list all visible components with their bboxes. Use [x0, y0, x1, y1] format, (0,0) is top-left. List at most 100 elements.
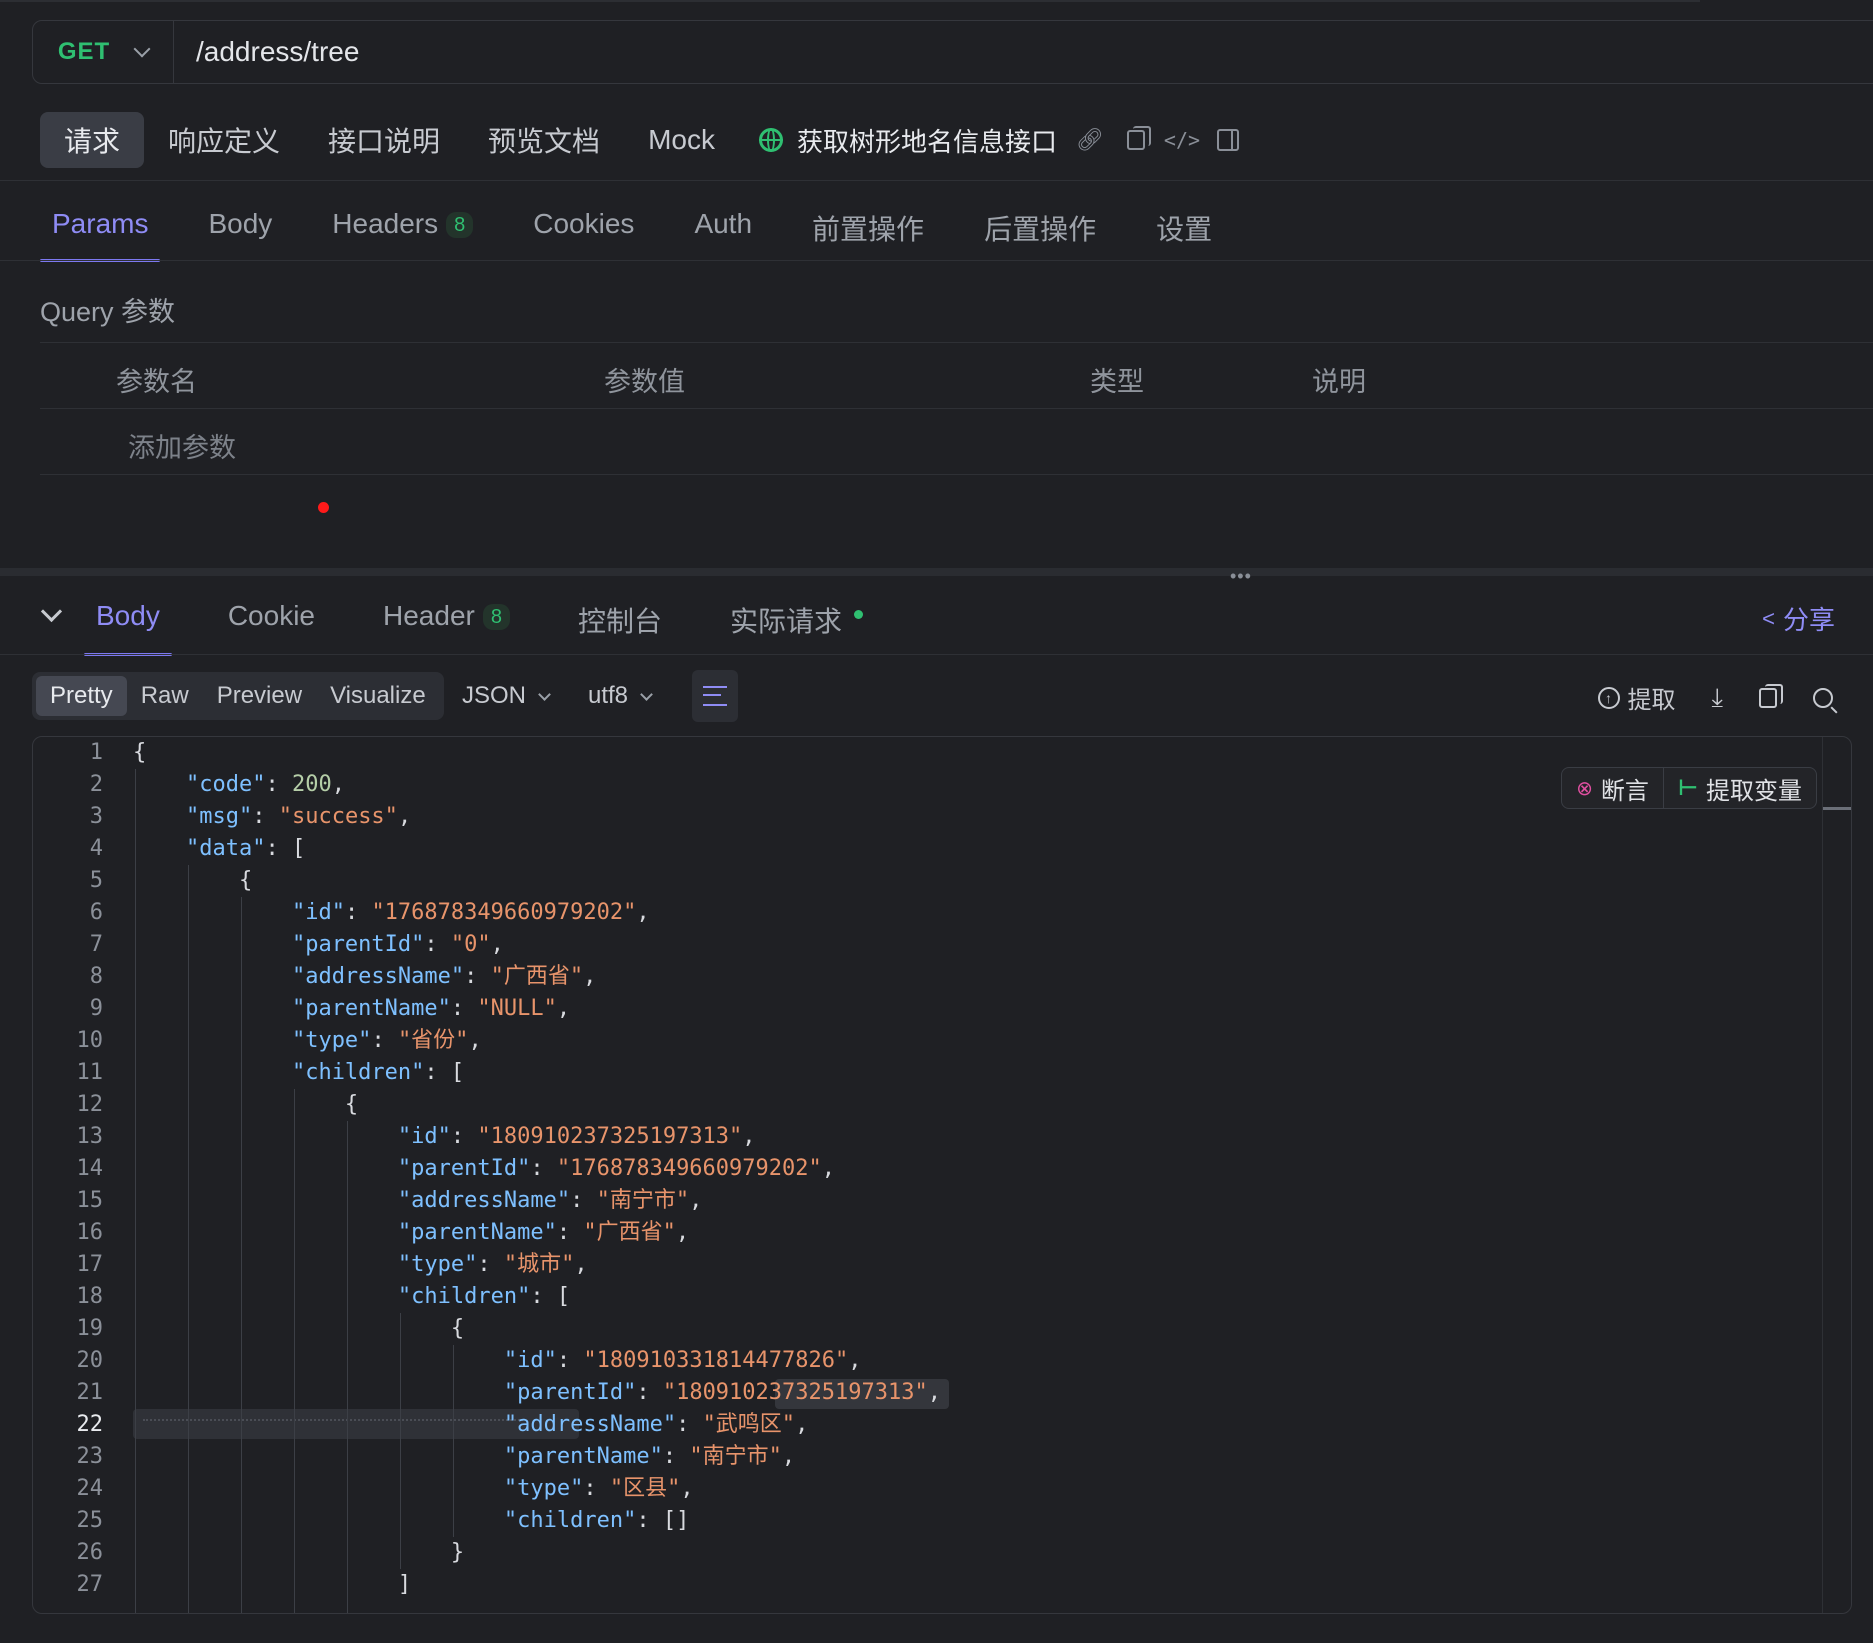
word-wrap-button[interactable] [692, 670, 738, 722]
tab-request[interactable]: 请求 [40, 112, 145, 168]
tab-response-cookie[interactable]: Cookie [216, 594, 327, 656]
link-icon[interactable]: 🔗︎ [1076, 127, 1104, 153]
code-icon[interactable]: </> [1164, 127, 1200, 153]
json-punctuation: , [490, 932, 504, 957]
mode-raw[interactable]: Raw [127, 676, 203, 716]
line-number: 14 [76, 1156, 104, 1181]
scrollbar-marker[interactable] [1823, 807, 1851, 810]
tab-console[interactable]: 控制台 [566, 594, 674, 656]
method-label: GET [57, 38, 111, 65]
json-string: "区县" [609, 1476, 681, 1501]
format-select[interactable]: JSON [462, 682, 551, 710]
tab-pre-operation[interactable]: 前置操作 [800, 196, 936, 262]
tab-cookies[interactable]: Cookies [521, 196, 646, 262]
mode-pretty[interactable]: Pretty [36, 676, 127, 716]
json-punctuation: : [570, 1188, 597, 1213]
code-line: { [133, 1089, 941, 1121]
line-number: 22 [76, 1412, 104, 1437]
json-punctuation: : [556, 1220, 584, 1245]
api-title[interactable]: 获取树形地名信息接口 [797, 122, 1057, 159]
extract-label: 提取 [1627, 687, 1676, 714]
assert-button[interactable]: ⊗ 断言 [1562, 768, 1663, 808]
download-icon[interactable]: ⤓ [1712, 682, 1724, 714]
tab-actual-request[interactable]: 实际请求 [718, 594, 875, 656]
code-line: "children": [ [133, 1281, 941, 1313]
drag-handle-icon[interactable]: ••• [1230, 566, 1252, 587]
tab-settings[interactable]: 设置 [1144, 196, 1224, 262]
chevron-down-icon [133, 40, 151, 58]
mode-preview[interactable]: Preview [203, 676, 316, 716]
assert-label: 断言 [1600, 777, 1649, 805]
tab-preview-doc[interactable]: 预览文档 [464, 112, 624, 168]
query-params-label: Query 参数 [40, 297, 176, 327]
params-tabs: Params Body Headers 8 Cookies Auth 前置操作 后… [40, 196, 1260, 262]
line-number: 4 [89, 836, 103, 861]
copy-icon[interactable] [1759, 683, 1783, 708]
tab-headers[interactable]: Headers 8 [320, 196, 485, 262]
divider [40, 474, 1873, 475]
json-punctuation: , [848, 1348, 862, 1373]
json-punctuation: , [331, 772, 345, 797]
json-punctuation: , [742, 1124, 756, 1149]
copy-icon[interactable] [1123, 126, 1151, 153]
line-number: 24 [76, 1476, 104, 1501]
response-code-editor[interactable]: 1 2 3 4 5 6 7 8 9 10 11 12 13 14 15 16 17 18 19 20 21 22 23 24 2… [32, 736, 1852, 1614]
panel-splitter[interactable] [0, 568, 1873, 576]
share-button[interactable]: < 分享 [1762, 600, 1835, 637]
divider [40, 342, 1873, 343]
variable-icon: ⊢ [1677, 775, 1698, 800]
tab-body[interactable]: Body [196, 196, 284, 262]
encoding-label: utf8 [588, 682, 629, 709]
json-punctuation: : [ [530, 1284, 571, 1309]
json-punctuation: : [344, 900, 372, 925]
extract-button[interactable]: ↑ 提取 [1597, 680, 1676, 715]
extract-variable-button[interactable]: ⊢ 提取变量 [1662, 768, 1816, 808]
code-content: { "code": 200, "msg": "success", "data":… [133, 737, 941, 1601]
tab-response-definition[interactable]: 响应定义 [144, 112, 304, 168]
json-punctuation: , [821, 1156, 836, 1181]
tab-api-description[interactable]: 接口说明 [304, 112, 464, 168]
mode-visualize[interactable]: Visualize [316, 676, 440, 716]
json-punctuation: : [424, 932, 451, 957]
panel-icon[interactable] [1215, 127, 1241, 153]
tab-auth[interactable]: Auth [682, 196, 764, 262]
wrap-icon [703, 686, 727, 706]
search-icon[interactable] [1813, 687, 1833, 708]
json-string: "176878349660979202" [371, 900, 637, 925]
column-param-name: 参数名 [116, 367, 197, 397]
header-count-badge: 8 [482, 604, 510, 631]
json-punctuation: , [927, 1380, 941, 1405]
scrollbar-track[interactable] [1822, 737, 1823, 1613]
tab-params[interactable]: Params [40, 196, 161, 262]
line-number: 5 [89, 868, 103, 893]
collapse-icon[interactable] [40, 600, 63, 623]
json-number: 200 [291, 772, 332, 797]
line-number: 6 [89, 900, 103, 925]
tab-mock[interactable]: Mock [624, 112, 739, 168]
url-input[interactable]: /address/tree [196, 36, 359, 68]
json-key: "code" [185, 772, 266, 797]
floating-actions: ⊗ 断言 ⊢ 提取变量 [1561, 767, 1817, 809]
code-line: "addressName": "广西省", [133, 961, 941, 993]
add-param-input[interactable]: 添加参数 [128, 426, 236, 465]
tab-response-header[interactable]: Header 8 [371, 594, 522, 656]
code-line: "parentId": "176878349660979202", [133, 1153, 941, 1185]
line-number: 23 [76, 1444, 104, 1469]
column-type: 类型 [1090, 367, 1144, 397]
api-title-area: 获取树形地名信息接口 [758, 122, 1057, 159]
encoding-select[interactable]: utf8 [588, 682, 653, 710]
json-key: "data" [185, 836, 266, 861]
json-punctuation: : [450, 996, 478, 1021]
json-key: "type" [397, 1252, 478, 1277]
json-punctuation: , [795, 1412, 809, 1437]
method-select[interactable]: GET [33, 21, 174, 83]
tab-post-operation[interactable]: 后置操作 [972, 196, 1108, 262]
json-key: "addressName" [397, 1188, 571, 1213]
json-punctuation: , [689, 1188, 703, 1213]
tab-response-body[interactable]: Body [84, 594, 172, 656]
divider [0, 260, 1873, 261]
line-number: 11 [76, 1060, 104, 1085]
line-number: 7 [89, 932, 103, 957]
json-punctuation: , [781, 1444, 796, 1469]
tab-headers-label: Headers [332, 208, 439, 239]
